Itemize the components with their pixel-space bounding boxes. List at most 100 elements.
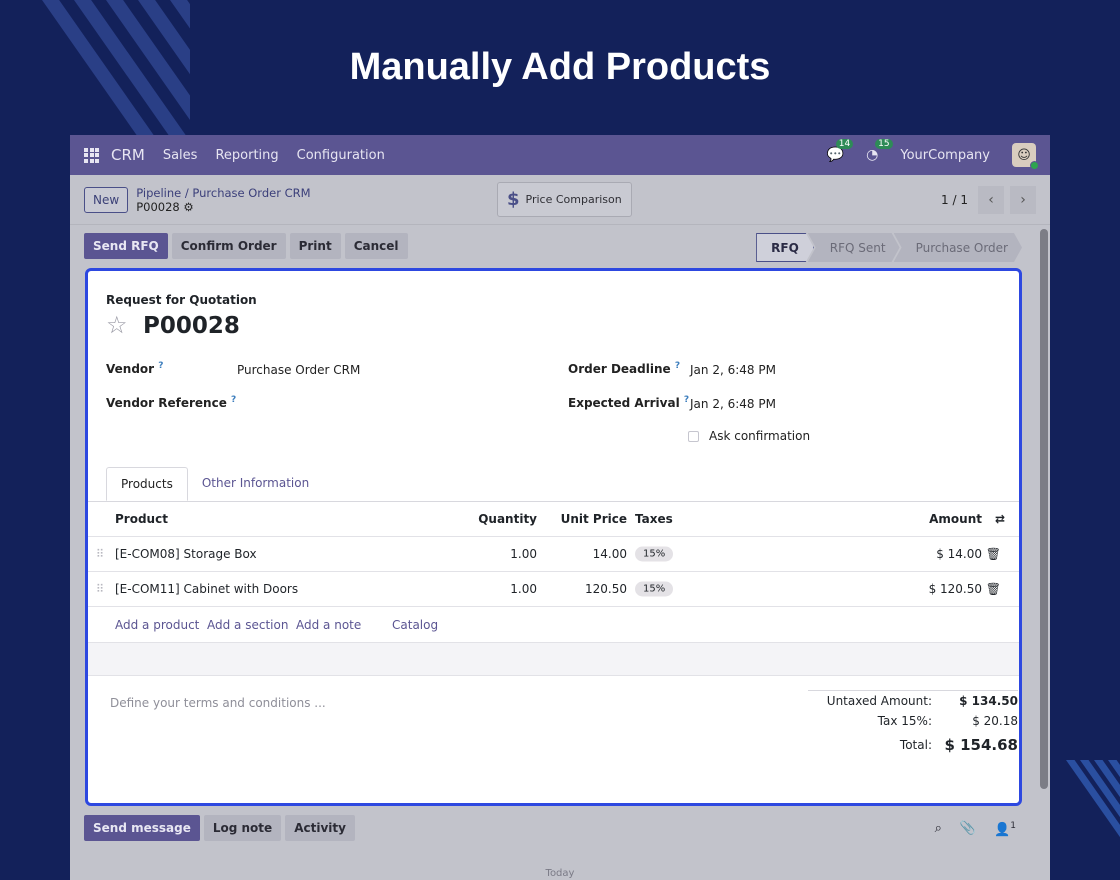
followers-count: 1 bbox=[1010, 821, 1016, 831]
vendor-field[interactable]: Purchase Order CRM bbox=[237, 363, 360, 377]
help-icon: ? bbox=[158, 361, 164, 371]
menu-reporting[interactable]: Reporting bbox=[215, 148, 278, 163]
menu-configuration[interactable]: Configuration bbox=[297, 148, 385, 163]
form-actions: Send RFQ Confirm Order Print Cancel RFQ … bbox=[70, 225, 1050, 267]
price-comparison-label: Price Comparison bbox=[525, 193, 622, 206]
expected-arrival-field[interactable]: Jan 2, 6:48 PM bbox=[690, 397, 776, 411]
total-label: Total: bbox=[899, 738, 932, 752]
line-product[interactable]: [E-COM08] Storage Box bbox=[115, 547, 257, 561]
order-deadline-field[interactable]: Jan 2, 6:48 PM bbox=[690, 363, 776, 377]
col-amount[interactable]: Amount bbox=[929, 512, 982, 526]
clock-icon: ◔ bbox=[866, 147, 879, 163]
line-amount: $ 120.50 bbox=[928, 582, 982, 596]
chat-icon: 💬 bbox=[826, 147, 845, 163]
line-quantity[interactable]: 1.00 bbox=[510, 547, 537, 561]
vendor-label: Vendor ? bbox=[106, 361, 164, 376]
status-step-rfq[interactable]: RFQ bbox=[756, 233, 814, 262]
drag-handle-icon[interactable]: ⠿ bbox=[96, 583, 104, 596]
line-quantity[interactable]: 1.00 bbox=[510, 582, 537, 596]
tax-label: Tax 15%: bbox=[877, 714, 932, 728]
col-unit-price[interactable]: Unit Price bbox=[561, 512, 627, 526]
untaxed-amount-label: Untaxed Amount: bbox=[826, 694, 932, 708]
table-row[interactable]: ⠿ [E-COM11] Cabinet with Doors 1.00 120.… bbox=[88, 572, 1019, 607]
line-unit-price[interactable]: 120.50 bbox=[585, 582, 627, 596]
pager: 1 / 1 ‹ › bbox=[941, 185, 1036, 214]
activities-count-badge: 15 bbox=[875, 139, 893, 149]
odoo-app-window: CRM Sales Reporting Configuration 💬 14 ◔… bbox=[70, 135, 1050, 880]
line-amount: $ 14.00 bbox=[936, 547, 982, 561]
order-deadline-label: Order Deadline ? bbox=[568, 361, 681, 376]
price-comparison-button[interactable]: $ Price Comparison bbox=[497, 182, 632, 217]
chatter-tools: ⌕ 📎 👤1 bbox=[935, 821, 1016, 837]
confirm-order-button[interactable]: Confirm Order bbox=[171, 233, 286, 259]
breadcrumb: Pipeline / Purchase Order CRM P00028 ⚙ bbox=[136, 186, 310, 214]
order-lines-header: Product Quantity Unit Price Taxes Amount… bbox=[88, 502, 1019, 537]
vendor-reference-field[interactable] bbox=[237, 395, 537, 411]
col-taxes[interactable]: Taxes bbox=[635, 512, 673, 526]
help-icon: ? bbox=[674, 361, 681, 371]
optional-columns-icon[interactable]: ⇄ bbox=[995, 512, 1005, 526]
app-menu-grid-icon[interactable] bbox=[84, 147, 99, 163]
pager-value[interactable]: 1 / 1 bbox=[941, 193, 968, 207]
dollar-icon: $ bbox=[507, 189, 520, 210]
totals-summary: Untaxed Amount: $ 134.50 Tax 15%: $ 20.1… bbox=[808, 690, 1018, 759]
add-product-link[interactable]: Add a product bbox=[115, 618, 199, 632]
top-navbar: CRM Sales Reporting Configuration 💬 14 ◔… bbox=[70, 135, 1050, 175]
page-headline: Manually Add Products bbox=[349, 46, 771, 88]
add-line-links: Add a product Add a section Add a note C… bbox=[88, 608, 1019, 643]
new-button[interactable]: New bbox=[84, 186, 129, 213]
activities-button[interactable]: ◔ 15 bbox=[866, 139, 893, 163]
print-button[interactable]: Print bbox=[289, 233, 341, 259]
chatter-actions: Send message Log note Activity bbox=[84, 815, 355, 841]
menu-sales[interactable]: Sales bbox=[163, 148, 198, 163]
status-step-rfq-sent[interactable]: RFQ Sent bbox=[808, 233, 900, 262]
control-panel: New Pipeline / Purchase Order CRM P00028… bbox=[70, 175, 1050, 225]
online-status-dot bbox=[1030, 161, 1039, 170]
app-name[interactable]: CRM bbox=[111, 146, 145, 164]
decorative-stripes-bottom-right bbox=[1045, 760, 1120, 840]
user-avatar[interactable]: ☺ bbox=[1012, 143, 1039, 170]
table-footer bbox=[88, 643, 1019, 676]
tab-products[interactable]: Products bbox=[106, 467, 188, 501]
add-section-link[interactable]: Add a section bbox=[207, 618, 288, 632]
gear-icon[interactable]: ⚙ bbox=[183, 200, 193, 214]
vendor-reference-label: Vendor Reference ? bbox=[106, 395, 237, 410]
col-quantity[interactable]: Quantity bbox=[478, 512, 537, 526]
search-icon[interactable]: ⌕ bbox=[935, 821, 942, 837]
help-icon: ? bbox=[231, 395, 237, 405]
catalog-link[interactable]: Catalog bbox=[392, 618, 438, 632]
breadcrumb-path[interactable]: Pipeline / Purchase Order CRM bbox=[136, 186, 310, 200]
drag-handle-icon[interactable]: ⠿ bbox=[96, 548, 104, 561]
ask-confirmation-checkbox[interactable] bbox=[688, 431, 699, 442]
tax-tag[interactable]: 15% bbox=[635, 581, 674, 597]
paperclip-icon[interactable]: 📎 bbox=[960, 821, 976, 837]
terms-and-conditions-field[interactable]: Define your terms and conditions ... bbox=[110, 696, 326, 710]
log-note-button[interactable]: Log note bbox=[203, 815, 282, 841]
chevron-right-icon[interactable]: › bbox=[1010, 185, 1036, 214]
activity-button[interactable]: Activity bbox=[285, 815, 355, 841]
today-separator: Today bbox=[545, 868, 575, 879]
line-unit-price[interactable]: 14.00 bbox=[593, 547, 627, 561]
record-title: P00028 bbox=[143, 313, 240, 339]
send-rfq-button[interactable]: Send RFQ bbox=[84, 233, 168, 259]
star-icon[interactable]: ☆ bbox=[106, 311, 128, 339]
company-switcher[interactable]: YourCompany bbox=[900, 148, 990, 163]
col-product[interactable]: Product bbox=[115, 512, 168, 526]
messages-count-badge: 14 bbox=[835, 139, 854, 149]
cancel-button[interactable]: Cancel bbox=[344, 233, 408, 259]
trash-icon[interactable]: 🗑 bbox=[986, 582, 1001, 596]
user-icon: 👤 bbox=[994, 822, 1011, 838]
table-row[interactable]: ⠿ [E-COM08] Storage Box 1.00 14.00 15% $… bbox=[88, 537, 1019, 572]
chevron-left-icon[interactable]: ‹ bbox=[978, 185, 1004, 214]
trash-icon[interactable]: 🗑 bbox=[986, 547, 1001, 561]
scrollbar[interactable] bbox=[1040, 229, 1048, 789]
status-step-purchase-order[interactable]: Purchase Order bbox=[894, 233, 1022, 262]
tax-tag[interactable]: 15% bbox=[635, 546, 674, 562]
ask-confirmation-label: Ask confirmation bbox=[709, 429, 811, 443]
line-product[interactable]: [E-COM11] Cabinet with Doors bbox=[115, 582, 298, 596]
add-note-link[interactable]: Add a note bbox=[296, 618, 361, 632]
tab-other-information[interactable]: Other Information bbox=[188, 467, 323, 501]
send-message-button[interactable]: Send message bbox=[84, 815, 200, 841]
messages-button[interactable]: 💬 14 bbox=[826, 139, 854, 163]
followers-button[interactable]: 👤1 bbox=[994, 821, 1016, 837]
